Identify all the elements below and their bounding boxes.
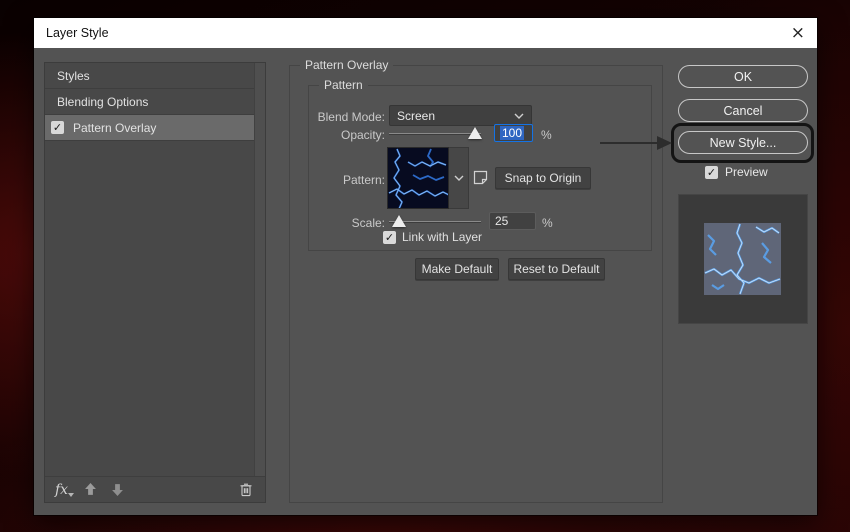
link-with-layer-label: Link with Layer (402, 230, 482, 244)
check-icon: ✓ (385, 232, 394, 243)
make-default-button[interactable]: Make Default (415, 258, 499, 280)
pattern-group-title: Pattern (319, 78, 368, 92)
opacity-unit: % (541, 128, 552, 142)
fx-effects-icon[interactable]: fx (55, 482, 68, 498)
pattern-picker-dropdown[interactable] (449, 147, 469, 209)
opacity-input[interactable]: 100 (494, 124, 533, 142)
styles-toolbar: fx (45, 476, 265, 502)
sidebar-item-styles[interactable]: Styles (45, 63, 254, 89)
pattern-group: Pattern Blend Mode: Screen Opacity: 100 … (308, 85, 652, 251)
move-down-icon[interactable] (111, 483, 124, 496)
close-icon[interactable]: × (791, 25, 805, 42)
new-pattern-preset-icon[interactable] (473, 170, 488, 188)
layer-style-dialog: Layer Style × Styles Blending Options ✓ … (34, 18, 817, 515)
dialog-title: Layer Style (46, 26, 109, 40)
preview-swatch (678, 194, 808, 324)
annotation-arrow (600, 142, 658, 144)
scale-label: Scale: (309, 216, 385, 230)
preview-pattern-image (704, 223, 781, 295)
sidebar-item-pattern-overlay[interactable]: ✓ Pattern Overlay (45, 115, 254, 141)
annotation-arrow-head-icon (657, 136, 672, 150)
sidebar-item-label: Styles (57, 69, 90, 83)
blend-mode-value: Screen (397, 109, 435, 123)
pattern-overlay-checkbox[interactable]: ✓ (51, 121, 64, 134)
preview-row: ✓ Preview (705, 165, 768, 179)
pattern-label: Pattern: (309, 173, 385, 187)
ok-button[interactable]: OK (678, 65, 808, 88)
scale-value: 25 (495, 214, 508, 228)
titlebar[interactable]: Layer Style × (34, 18, 817, 48)
opacity-label: Opacity: (309, 128, 385, 142)
blend-mode-select[interactable]: Screen (389, 105, 532, 126)
snap-to-origin-button[interactable]: Snap to Origin (495, 167, 591, 189)
scale-slider-thumb[interactable] (392, 215, 406, 227)
move-up-icon[interactable] (84, 483, 97, 496)
scale-unit: % (542, 216, 553, 230)
check-icon: ✓ (53, 122, 62, 133)
cancel-button[interactable]: Cancel (678, 99, 808, 122)
group-title: Pattern Overlay (300, 58, 393, 72)
chevron-down-icon (454, 175, 464, 181)
sidebar-item-label: Blending Options (57, 95, 148, 109)
reset-to-default-button[interactable]: Reset to Default (508, 258, 605, 280)
pattern-overlay-group: Pattern Overlay Pattern Blend Mode: Scre… (289, 65, 663, 503)
opacity-value: 100 (500, 126, 524, 140)
preview-checkbox[interactable]: ✓ (705, 166, 718, 179)
delete-style-icon[interactable] (239, 482, 253, 497)
blend-mode-label: Blend Mode: (309, 110, 385, 124)
sidebar-item-blending-options[interactable]: Blending Options (45, 89, 254, 115)
link-with-layer-row: ✓ Link with Layer (383, 230, 482, 244)
sidebar-item-label: Pattern Overlay (73, 121, 156, 135)
check-icon: ✓ (707, 167, 716, 178)
pattern-thumbnail[interactable] (387, 147, 449, 209)
new-style-button[interactable]: New Style... (678, 131, 808, 154)
opacity-slider-thumb[interactable] (468, 127, 482, 139)
preview-label: Preview (725, 165, 768, 179)
chevron-down-icon (514, 113, 524, 119)
styles-list-panel: Styles Blending Options ✓ Pattern Overla… (44, 62, 266, 503)
link-with-layer-checkbox[interactable]: ✓ (383, 231, 396, 244)
styles-scrollbar[interactable] (254, 63, 265, 476)
scale-input[interactable]: 25 (489, 212, 536, 230)
